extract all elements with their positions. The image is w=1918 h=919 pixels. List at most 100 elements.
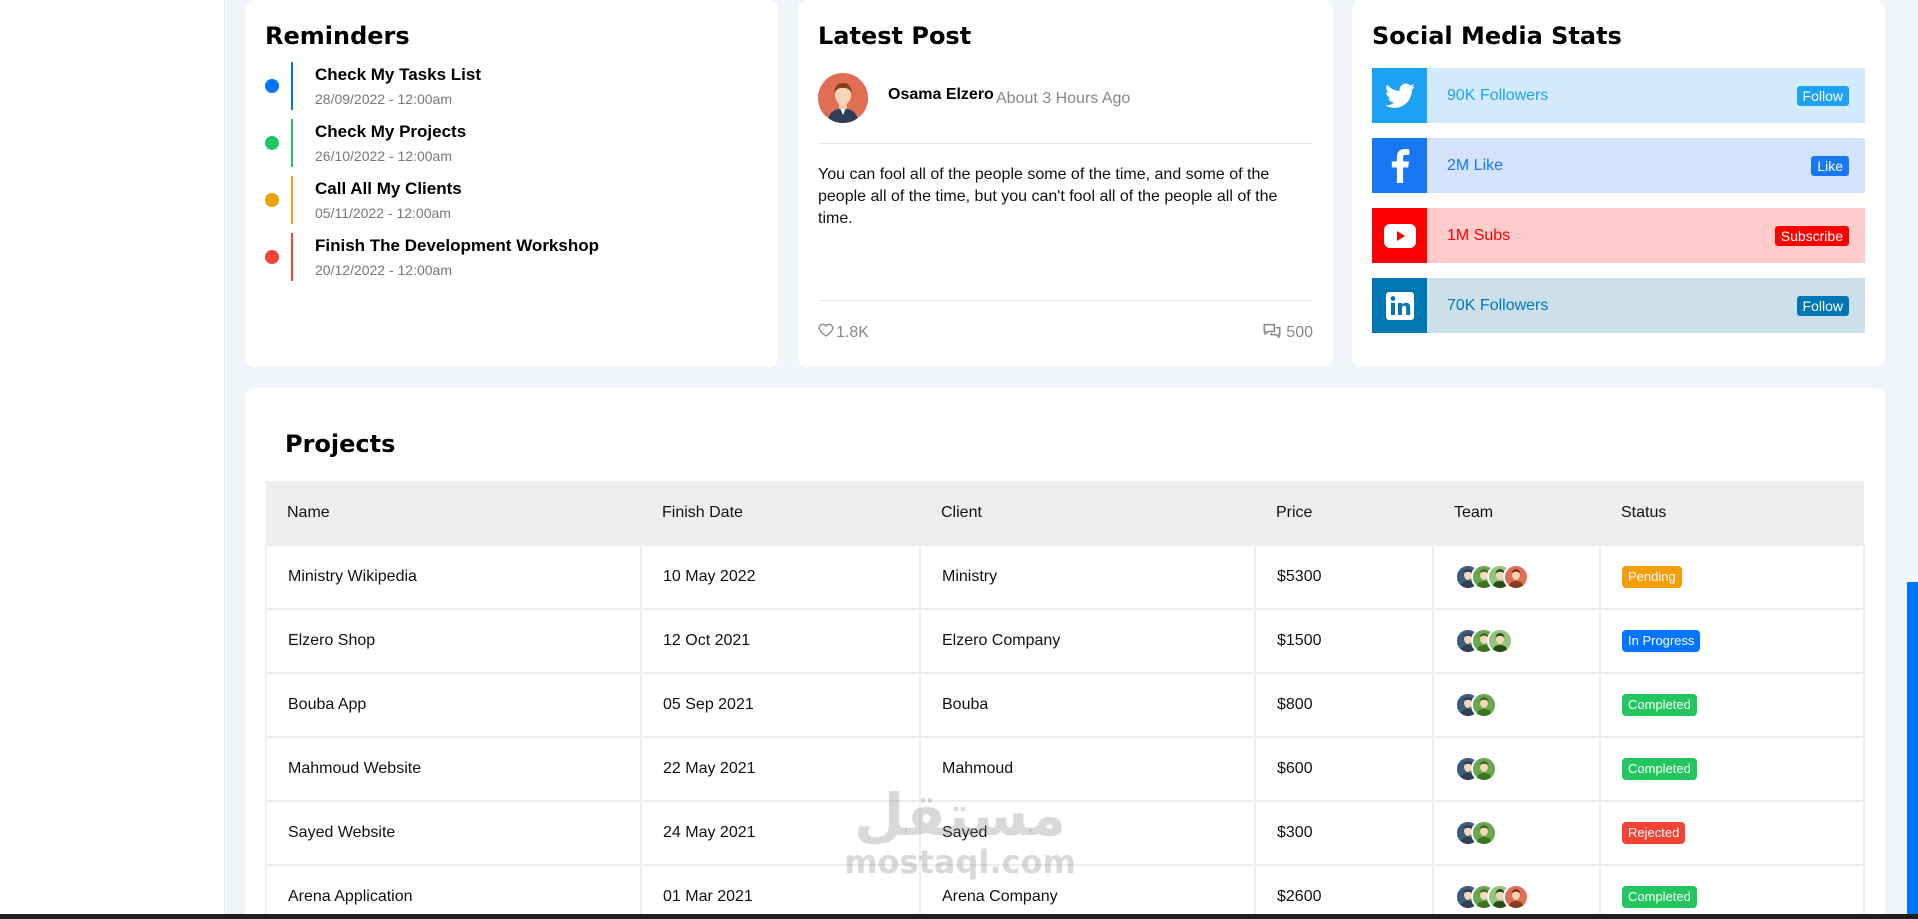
social-stats-title: Social Media Stats bbox=[1372, 22, 1622, 50]
reminder-title: Finish The Development Workshop bbox=[315, 236, 599, 255]
projects-title: Projects bbox=[285, 430, 396, 458]
project-team bbox=[1432, 800, 1601, 866]
table-row[interactable]: Bouba App 05 Sep 2021 Bouba $800 Completed bbox=[265, 672, 1865, 738]
project-status-cell: Pending bbox=[1599, 544, 1865, 610]
project-price: $5300 bbox=[1254, 544, 1434, 610]
table-row[interactable]: Sayed Website 24 May 2021 Sayed $300 Rejecte… bbox=[265, 800, 1865, 866]
twitter-action-button[interactable]: Follow bbox=[1796, 85, 1849, 106]
project-status-cell: Completed bbox=[1599, 672, 1865, 738]
post-divider-bottom bbox=[818, 300, 1313, 301]
latest-post-card: Latest Post Osama Elzero About 3 Hours A… bbox=[798, 0, 1333, 367]
reminder-color-line bbox=[291, 62, 293, 110]
table-row[interactable]: Elzero Shop 12 Oct 2021 Elzero Company $150… bbox=[265, 608, 1865, 674]
team-member-avatar bbox=[1487, 628, 1513, 654]
project-finish-date: 05 Sep 2021 bbox=[640, 672, 921, 738]
reminder-dot bbox=[265, 79, 279, 93]
project-price: $1500 bbox=[1254, 608, 1434, 674]
project-price: $800 bbox=[1254, 672, 1434, 738]
linkedin-icon bbox=[1372, 278, 1427, 333]
reminders-card: Reminders Check My Tasks List 28/09/2022 … bbox=[245, 0, 778, 367]
social-row-youtube: 1M Subs Subscribe bbox=[1372, 208, 1865, 263]
reminder-title: Check My Tasks List bbox=[315, 65, 481, 84]
team-member-avatar bbox=[1471, 756, 1497, 782]
projects-table: Name Finish Date Client Price Team Statu… bbox=[265, 481, 1865, 919]
project-price: $300 bbox=[1254, 800, 1434, 866]
reminder-title: Check My Projects bbox=[315, 122, 467, 141]
status-badge: Rejected bbox=[1622, 822, 1686, 844]
project-team bbox=[1432, 672, 1601, 738]
team-member-avatar bbox=[1471, 820, 1497, 846]
status-badge: In Progress bbox=[1622, 630, 1701, 652]
social-row-linkedin: 70K Followers Follow bbox=[1372, 278, 1865, 333]
sidebar bbox=[0, 0, 225, 919]
project-status-cell: Completed bbox=[1599, 736, 1865, 802]
youtube-icon bbox=[1372, 208, 1427, 263]
social-stat-text: 1M Subs bbox=[1447, 226, 1511, 244]
reminder-date: 28/09/2022 - 12:00am bbox=[315, 91, 452, 107]
team-member-avatar bbox=[1471, 692, 1497, 718]
project-team bbox=[1432, 736, 1601, 802]
project-price: $600 bbox=[1254, 736, 1434, 802]
comments-icon bbox=[1262, 322, 1282, 343]
post-divider-top bbox=[818, 143, 1313, 144]
window-bottom-edge bbox=[0, 914, 1918, 919]
project-finish-date: 24 May 2021 bbox=[640, 800, 921, 866]
reminder-color-line bbox=[291, 119, 293, 167]
table-row[interactable]: Ministry Wikipedia 10 May 2022 Ministry $53… bbox=[265, 544, 1865, 610]
facebook-icon bbox=[1372, 138, 1427, 193]
linkedin-action-button[interactable]: Follow bbox=[1796, 295, 1849, 316]
latest-post-title: Latest Post bbox=[818, 22, 972, 50]
table-row[interactable]: Mahmoud Website 22 May 2021 Mahmoud $600 Com… bbox=[265, 736, 1865, 802]
reminder-color-line bbox=[291, 176, 293, 224]
project-team bbox=[1432, 544, 1601, 610]
column-header-team: Team bbox=[1433, 481, 1600, 545]
heart-icon bbox=[818, 322, 834, 343]
social-stat-text: 90K Followers bbox=[1447, 86, 1549, 104]
status-badge: Completed bbox=[1622, 758, 1697, 780]
project-finish-date: 22 May 2021 bbox=[640, 736, 921, 802]
project-name: Elzero Shop bbox=[265, 608, 642, 674]
status-badge: Completed bbox=[1622, 886, 1697, 908]
post-timestamp: About 3 Hours Ago bbox=[996, 90, 1131, 107]
column-header-price: Price bbox=[1255, 481, 1433, 545]
project-name: Bouba App bbox=[265, 672, 642, 738]
project-name: Arena Application bbox=[265, 864, 642, 919]
reminder-dot bbox=[265, 136, 279, 150]
table-header-row: Name Finish Date Client Price Team Statu… bbox=[266, 481, 1864, 545]
status-badge: Completed bbox=[1622, 694, 1697, 716]
twitter-icon bbox=[1372, 68, 1427, 123]
project-finish-date: 12 Oct 2021 bbox=[640, 608, 921, 674]
reminders-title: Reminders bbox=[265, 22, 410, 50]
team-member-avatar bbox=[1503, 564, 1529, 590]
project-price: $2600 bbox=[1254, 864, 1434, 919]
project-client: Elzero Company bbox=[919, 608, 1256, 674]
reminder-color-line bbox=[291, 233, 293, 281]
project-client: Arena Company bbox=[919, 864, 1256, 919]
social-row-facebook: 2M Like Like bbox=[1372, 138, 1865, 193]
social-row-twitter: 90K Followers Follow bbox=[1372, 68, 1865, 123]
social-stat-text: 2M Like bbox=[1447, 156, 1504, 174]
reminder-date: 26/10/2022 - 12:00am bbox=[315, 148, 452, 164]
project-team bbox=[1432, 608, 1601, 674]
project-team bbox=[1432, 864, 1601, 919]
projects-card: Projects Name Finish Date Client Price T… bbox=[245, 388, 1885, 919]
post-author-name[interactable]: Osama Elzero bbox=[888, 86, 994, 104]
post-body: You can fool all of the people some of t… bbox=[818, 166, 1278, 227]
project-client: Ministry bbox=[919, 544, 1256, 610]
table-row[interactable]: Arena Application 01 Mar 2021 Arena Compan… bbox=[265, 864, 1865, 919]
scrollbar-thumb[interactable] bbox=[1907, 582, 1918, 919]
project-status-cell: In Progress bbox=[1599, 608, 1865, 674]
likes-count: 1.8K bbox=[836, 323, 869, 341]
project-client: Bouba bbox=[919, 672, 1256, 738]
reminder-date: 05/11/2022 - 12:00am bbox=[315, 205, 451, 221]
project-client: Mahmoud bbox=[919, 736, 1256, 802]
facebook-action-button[interactable]: Like bbox=[1811, 155, 1849, 176]
comments-count: 500 bbox=[1286, 323, 1313, 341]
post-likes[interactable]: 1.8K bbox=[818, 322, 869, 343]
project-name: Sayed Website bbox=[265, 800, 642, 866]
project-name: Ministry Wikipedia bbox=[265, 544, 642, 610]
post-comments[interactable]: 500 bbox=[1262, 322, 1313, 343]
reminder-date: 20/12/2022 - 12:00am bbox=[315, 262, 452, 278]
reminder-title: Call All My Clients bbox=[315, 179, 462, 198]
youtube-action-button[interactable]: Subscribe bbox=[1774, 225, 1849, 246]
